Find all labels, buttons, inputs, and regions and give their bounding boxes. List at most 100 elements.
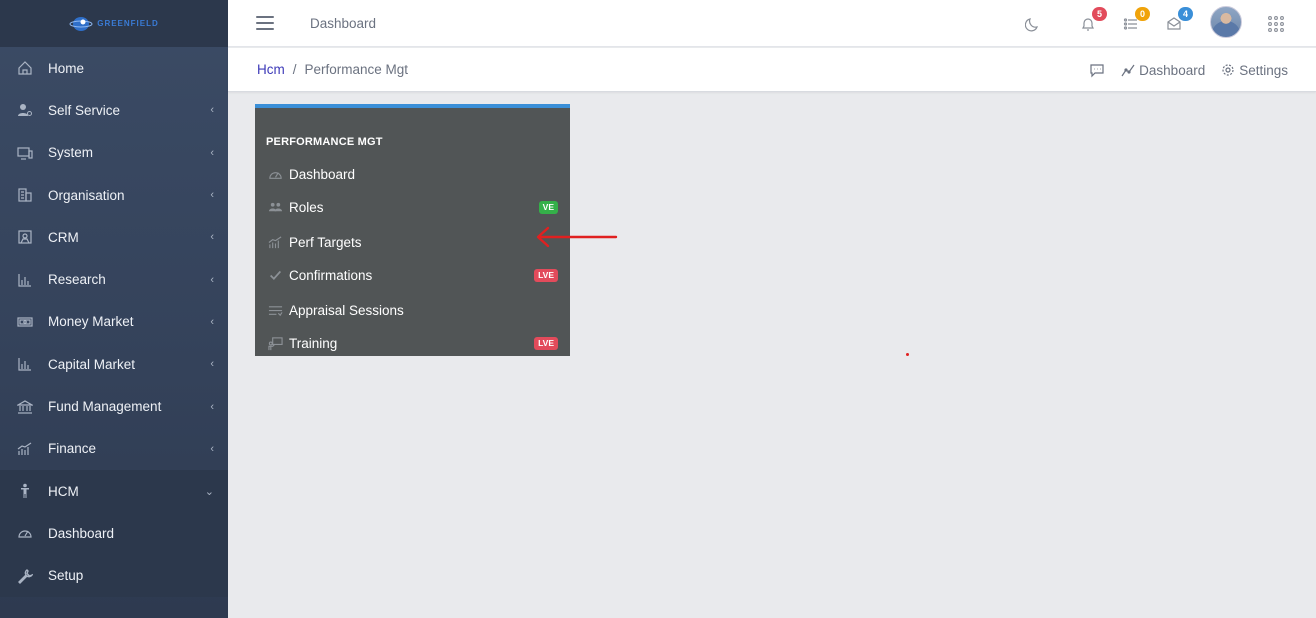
user-gear-icon — [16, 101, 34, 119]
notifications-button[interactable]: 5 — [1077, 6, 1107, 35]
moon-icon — [1025, 17, 1038, 31]
roles-badge: VE — [538, 200, 558, 214]
sidebar-item-crm[interactable]: CRM ‹ — [0, 216, 228, 258]
training-badge: LVE — [534, 336, 558, 350]
panel-title: PERFORMANCE MGT — [266, 136, 383, 148]
sidebar-item-label: Self Service — [48, 102, 121, 118]
settings-link[interactable]: Settings — [1221, 63, 1288, 78]
sidebar-item-label: Money Market — [48, 314, 134, 330]
sidebar-item-organisation[interactable]: Organisation ‹ — [0, 174, 228, 216]
sidebar: GREENFIELD Home Self Service ‹ System ‹ … — [0, 0, 228, 618]
logo-area[interactable]: GREENFIELD — [0, 0, 228, 47]
chevron-left-icon: ‹ — [210, 315, 214, 328]
monitor-icon — [16, 144, 34, 162]
sidebar-item-label: Fund Management — [48, 399, 162, 415]
bar-chart-icon — [16, 271, 34, 289]
chevron-left-icon: ‹ — [210, 442, 214, 455]
sidebar-item-label: Capital Market — [48, 356, 136, 372]
hamburger-menu-icon[interactable] — [256, 16, 274, 30]
chevron-left-icon: ‹ — [210, 146, 214, 159]
chevron-left-icon: ‹ — [210, 189, 214, 202]
sidebar-item-hcm[interactable]: HCM ⌄ — [0, 469, 228, 513]
logo-text: GREENFIELD — [97, 19, 159, 28]
annotation-arrow — [536, 226, 618, 248]
panel-item-dashboard[interactable]: Dashboard — [255, 159, 570, 189]
sidebar-item-setup[interactable]: Setup — [0, 554, 228, 597]
logo-globe-icon — [69, 16, 93, 31]
person-icon — [16, 482, 34, 500]
chevron-left-icon: ‹ — [210, 400, 214, 413]
sidebar-item-home[interactable]: Home — [0, 47, 228, 89]
tasks-button[interactable]: 0 — [1120, 6, 1150, 35]
line-chart-icon — [1121, 64, 1135, 77]
breadcrumb-current: Performance Mgt — [304, 62, 409, 77]
speedometer-icon — [267, 166, 283, 182]
sidebar-item-money-market[interactable]: Money Market ‹ — [0, 301, 228, 343]
gear-icon — [1222, 64, 1234, 76]
logo[interactable]: GREENFIELD — [69, 15, 159, 33]
sidebar-item-label: HCM — [48, 483, 79, 499]
sidebar-item-label: Setup — [48, 568, 84, 584]
sidebar-item-label: Research — [48, 272, 106, 288]
growth-chart-icon — [16, 440, 34, 458]
notification-count-badge: 5 — [1092, 6, 1107, 21]
panel-item-roles[interactable]: Roles VE — [255, 192, 570, 222]
apps-grid-button[interactable] — [1265, 13, 1287, 35]
dark-mode-toggle[interactable] — [1022, 13, 1044, 35]
dashboard-link[interactable]: Dashboard — [1121, 63, 1205, 78]
messages-button[interactable]: 4 — [1163, 6, 1193, 35]
panel-item-label: Perf Targets — [289, 234, 362, 250]
panel-item-label: Confirmations — [289, 267, 373, 283]
message-count-badge: 4 — [1178, 6, 1193, 21]
panel-item-label: Appraisal Sessions — [289, 302, 404, 318]
sidebar-item-label: CRM — [48, 229, 79, 245]
sidebar-item-label: Dashboard — [48, 525, 115, 541]
panel-item-perf-targets[interactable]: Perf Targets — [255, 227, 570, 257]
task-count-badge: 0 — [1135, 6, 1150, 21]
bar-chart-icon — [16, 355, 34, 373]
chat-icon — [1090, 64, 1104, 78]
chevron-down-icon: ⌄ — [204, 485, 214, 498]
performance-mgt-panel: PERFORMANCE MGT Dashboard Roles VE Perf … — [255, 104, 570, 356]
sidebar-nav: Home Self Service ‹ System ‹ Organisatio… — [0, 47, 228, 597]
sidebar-item-self-service[interactable]: Self Service ‹ — [0, 89, 228, 131]
panel-item-training[interactable]: Training LVE — [255, 328, 570, 358]
grid-icon — [1268, 15, 1284, 32]
sidebar-item-dashboard[interactable]: Dashboard — [0, 512, 228, 555]
panel-item-label: Roles — [289, 199, 324, 215]
panel-item-label: Training — [289, 335, 338, 351]
panel-item-appraisal-sessions[interactable]: Appraisal Sessions — [255, 295, 570, 325]
sidebar-item-label: Home — [48, 60, 85, 76]
contact-book-icon — [16, 228, 34, 246]
panel-item-confirmations[interactable]: Confirmations LVE — [255, 260, 570, 290]
breadcrumb-separator: / — [292, 62, 297, 77]
breadcrumb-link-hcm[interactable]: Hcm — [257, 62, 285, 77]
page-title: Dashboard — [310, 15, 377, 31]
chevron-left-icon: ‹ — [210, 231, 214, 244]
annotation-dot — [906, 353, 909, 356]
sidebar-item-label: Finance — [48, 441, 97, 457]
bank-icon — [16, 398, 34, 416]
growth-chart-icon — [267, 234, 283, 250]
sidebar-item-label: Organisation — [48, 187, 125, 203]
breadcrumb-bar: Hcm / Performance Mgt Dashboard Settings — [228, 48, 1316, 92]
check-icon — [267, 267, 283, 283]
sidebar-item-label: System — [48, 145, 94, 161]
breadcrumb-actions: Dashboard Settings — [1089, 48, 1288, 92]
chat-button[interactable] — [1089, 62, 1105, 78]
breadcrumb: Hcm / Performance Mgt — [257, 62, 408, 77]
sidebar-item-system[interactable]: System ‹ — [0, 132, 228, 174]
list-icon — [267, 302, 283, 318]
settings-link-label: Settings — [1239, 62, 1288, 78]
sidebar-item-research[interactable]: Research ‹ — [0, 258, 228, 300]
confirmations-badge: LVE — [534, 268, 558, 282]
chevron-left-icon: ‹ — [210, 104, 214, 117]
top-bar: Dashboard 5 0 4 — [228, 0, 1316, 47]
sidebar-item-capital-market[interactable]: Capital Market ‹ — [0, 343, 228, 385]
chevron-left-icon: ‹ — [210, 358, 214, 371]
chevron-left-icon: ‹ — [210, 273, 214, 286]
building-icon — [16, 186, 34, 204]
sidebar-item-fund-management[interactable]: Fund Management ‹ — [0, 385, 228, 427]
avatar[interactable] — [1210, 6, 1242, 38]
sidebar-item-finance[interactable]: Finance ‹ — [0, 428, 228, 470]
